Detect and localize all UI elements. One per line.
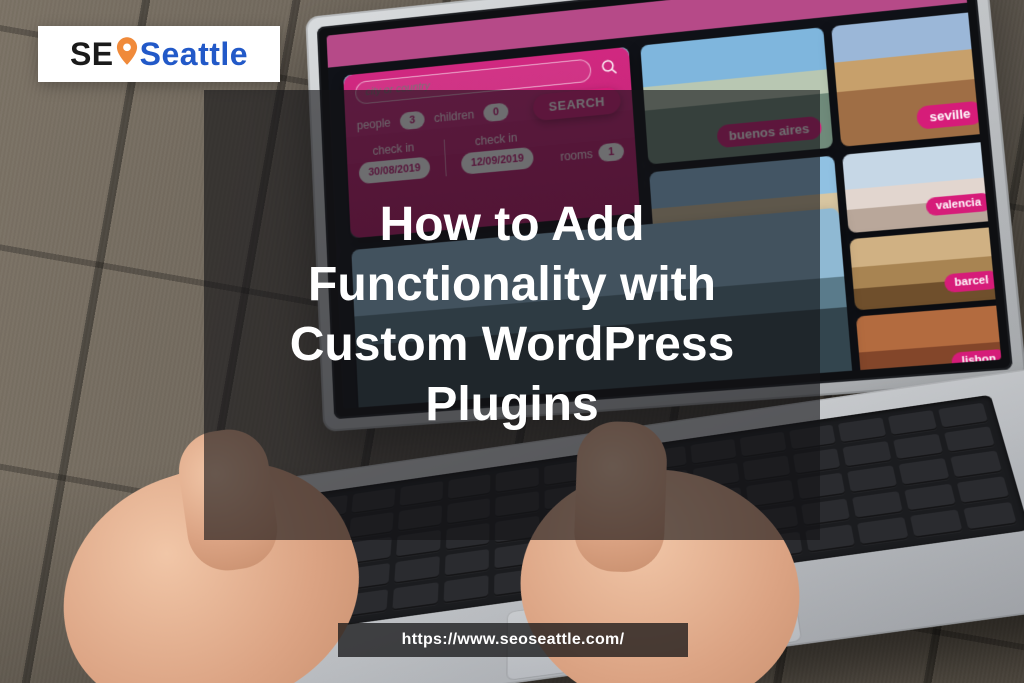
key[interactable]: [888, 410, 937, 436]
key[interactable]: [963, 502, 1016, 531]
key[interactable]: [852, 491, 903, 519]
tile-valencia[interactable]: valencia: [842, 141, 1001, 233]
key[interactable]: [944, 426, 995, 453]
headline-overlay: How to Add Functionality with Custom Wor…: [204, 90, 820, 540]
search-icon[interactable]: [600, 57, 619, 79]
key[interactable]: [950, 451, 1002, 478]
key[interactable]: [905, 483, 957, 511]
key[interactable]: [857, 517, 909, 546]
url-bar: https://www.seoseattle.com/: [338, 623, 688, 657]
key[interactable]: [848, 466, 898, 493]
headline: How to Add Functionality with Custom Wor…: [234, 195, 790, 435]
tile-barcelona[interactable]: barcel: [849, 226, 1001, 310]
stage: – ☐ ✕: [0, 0, 1024, 683]
key[interactable]: [394, 556, 440, 584]
tile-label: lisbon: [951, 349, 1002, 372]
key[interactable]: [392, 582, 438, 611]
key[interactable]: [957, 476, 1010, 504]
tile-seville[interactable]: seville: [831, 11, 995, 147]
key[interactable]: [843, 441, 892, 468]
map-pin-icon: [116, 37, 138, 65]
key[interactable]: [938, 403, 988, 429]
key[interactable]: [893, 434, 943, 461]
url-text: https://www.seoseattle.com/: [402, 631, 625, 649]
key[interactable]: [838, 417, 886, 443]
key[interactable]: [910, 509, 963, 538]
brand-logo: SE Seattle: [38, 26, 280, 82]
key[interactable]: [443, 575, 489, 604]
logo-left: SE: [70, 36, 114, 72]
logo-right: Seattle: [140, 36, 248, 72]
key[interactable]: [899, 458, 950, 485]
key[interactable]: [444, 549, 489, 577]
